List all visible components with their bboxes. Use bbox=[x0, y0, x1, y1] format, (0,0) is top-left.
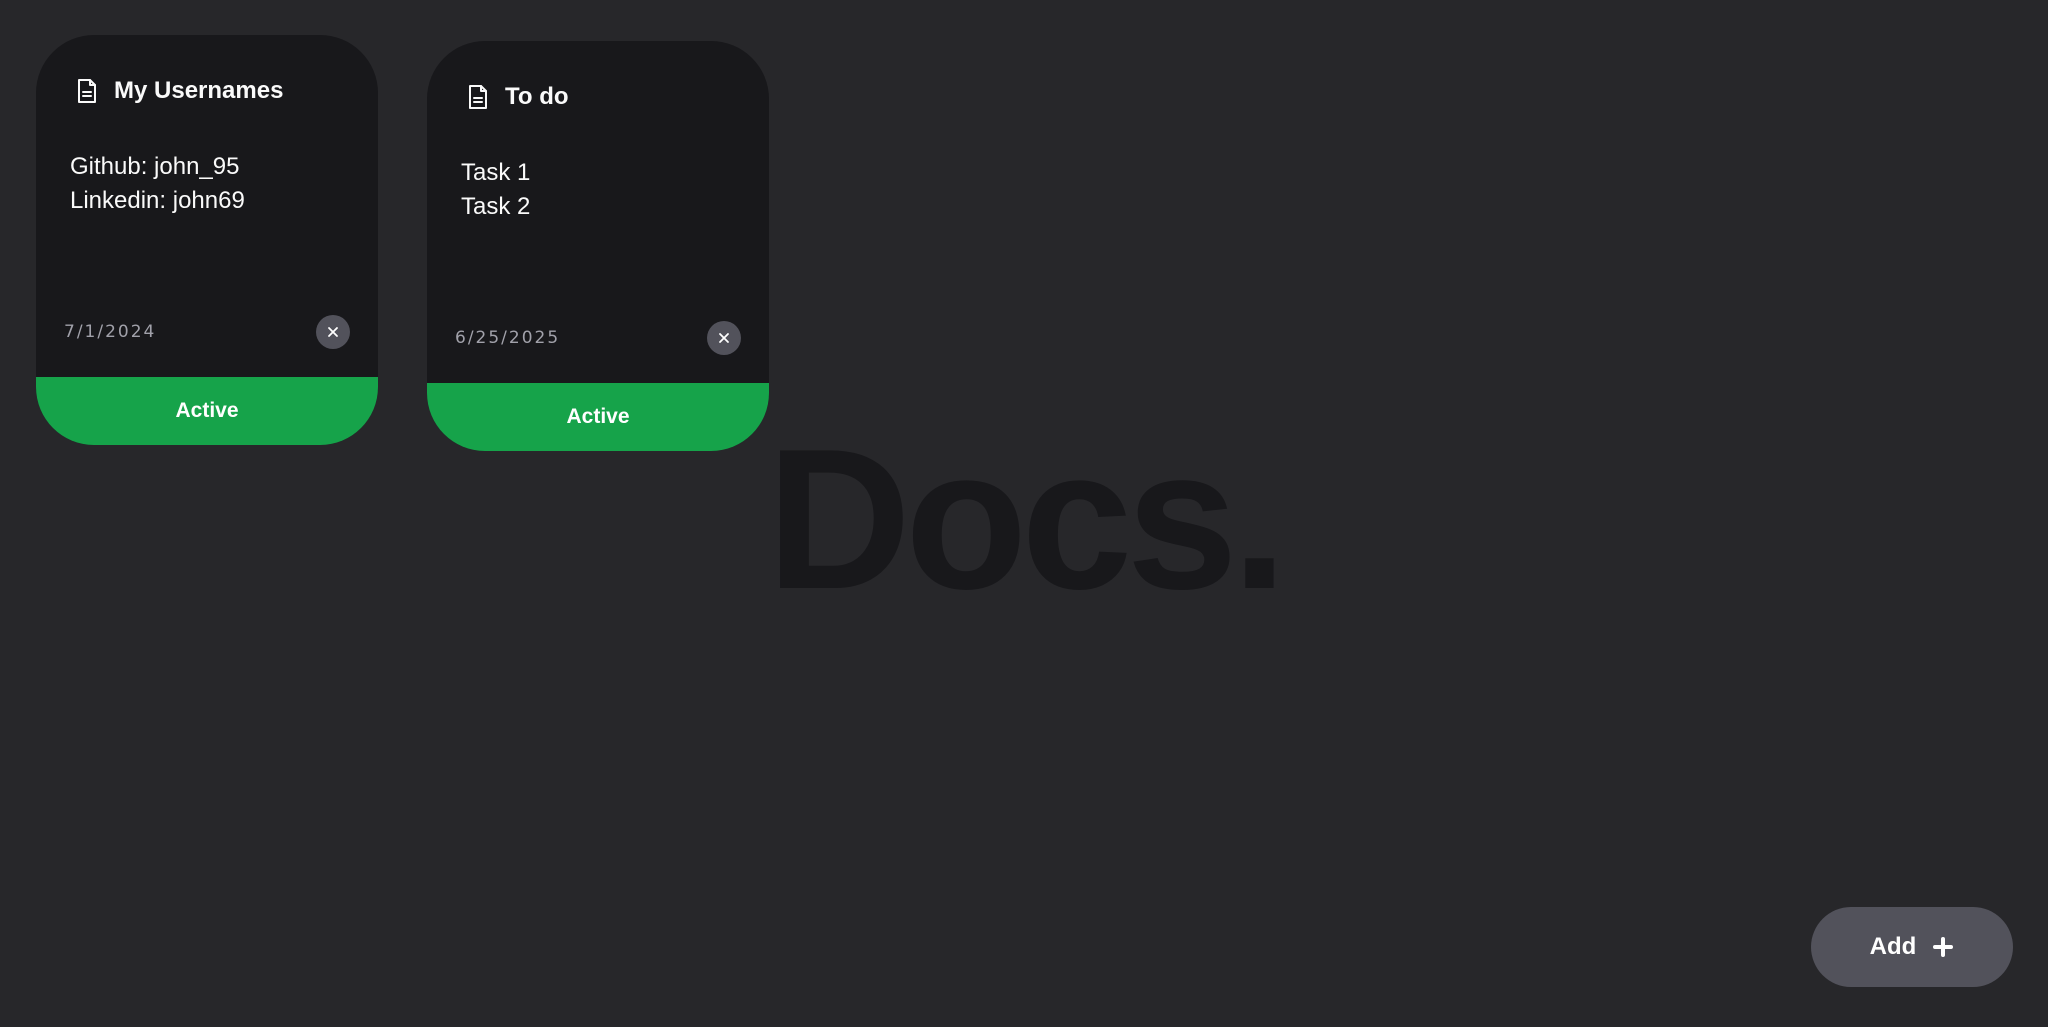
status-badge[interactable]: Active bbox=[36, 377, 378, 445]
note-header: My Usernames bbox=[76, 77, 283, 105]
note-footer: 6/25/2025 bbox=[455, 321, 741, 355]
add-note-button[interactable]: Add bbox=[1811, 907, 2013, 987]
note-title: To do bbox=[505, 83, 569, 110]
note-header: To do bbox=[467, 83, 569, 111]
note-content: Task 1 Task 2 bbox=[461, 156, 739, 224]
note-title: My Usernames bbox=[114, 77, 284, 104]
note-line: Github: john_95 bbox=[70, 153, 240, 180]
document-icon bbox=[76, 78, 98, 104]
status-badge[interactable]: Active bbox=[427, 383, 769, 451]
document-icon bbox=[467, 84, 489, 110]
note-line: Linkedin: john69 bbox=[70, 187, 245, 214]
close-icon bbox=[328, 327, 338, 337]
note-footer: 7/1/2024 bbox=[64, 315, 350, 349]
note-line: Task 1 bbox=[461, 159, 531, 186]
add-button-label: Add bbox=[1869, 933, 1917, 960]
note-date: 6/25/2025 bbox=[455, 328, 561, 348]
note-content: Github: john_95 Linkedin: john69 bbox=[70, 150, 348, 218]
close-icon bbox=[719, 333, 729, 343]
note-date: 7/1/2024 bbox=[64, 322, 157, 342]
note-card: My Usernames Github: john_95 Linkedin: j… bbox=[36, 35, 378, 445]
docs-watermark: Docs. bbox=[766, 408, 1288, 631]
delete-note-button[interactable] bbox=[707, 321, 741, 355]
delete-note-button[interactable] bbox=[316, 315, 350, 349]
app-stage: Docs. My Usernames Github: john_95 Linke… bbox=[0, 0, 2048, 1027]
plus-icon bbox=[1932, 936, 1954, 958]
note-line: Task 2 bbox=[461, 193, 531, 220]
note-card: To do Task 1 Task 2 6/25/2025 Active bbox=[427, 41, 769, 451]
